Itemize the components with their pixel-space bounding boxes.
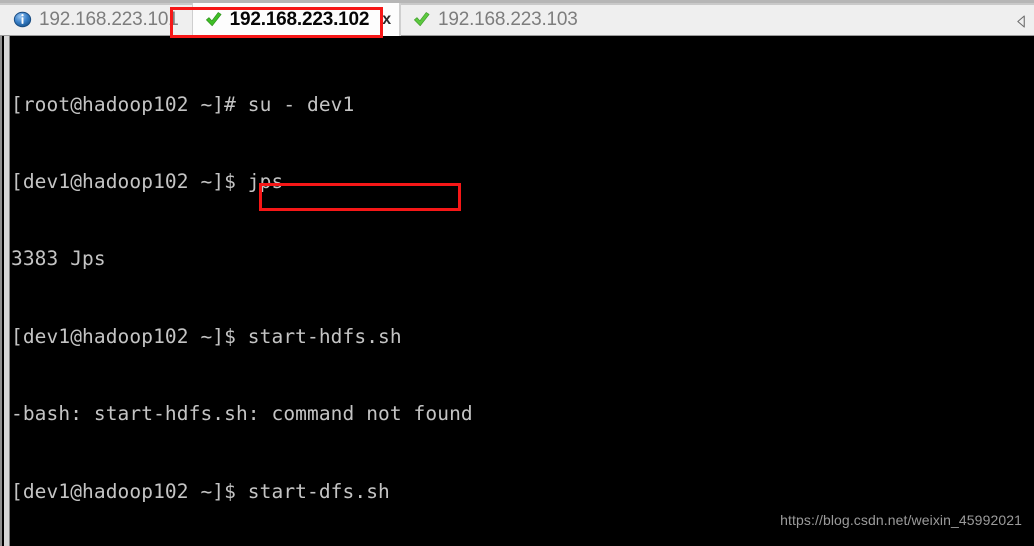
tab-192-168-223-102[interactable]: 192.168.223.102 x: [191, 3, 400, 36]
terminal-line: 3383 Jps: [11, 247, 106, 271]
tab-bar: 192.168.223.101 192.168.223.102 x 192.16…: [0, 0, 1034, 38]
terminal-pane: [root@hadoop102 ~]# su - dev1 [dev1@hado…: [0, 36, 1034, 546]
tab-label: 192.168.223.102: [229, 9, 370, 30]
tab-192-168-223-103[interactable]: 192.168.223.103: [399, 3, 591, 36]
terminal-window: 192.168.223.101 192.168.223.102 x 192.16…: [0, 0, 1034, 546]
terminal-line: [dev1@hadoop102 ~]$ jps: [11, 169, 284, 193]
watermark-text: https://blog.csdn.net/weixin_45992021: [780, 512, 1022, 528]
terminal-scrollbar[interactable]: [4, 36, 10, 546]
tab-192-168-223-101[interactable]: 192.168.223.101: [2, 3, 192, 36]
green-check-icon: [204, 10, 223, 29]
info-circle-icon: [13, 10, 32, 29]
terminal-line: [dev1@hadoop102 ~]$ start-dfs.sh: [11, 479, 390, 503]
chevron-left-icon: [1016, 14, 1025, 28]
close-icon[interactable]: x: [382, 11, 391, 28]
terminal-line: -bash: start-hdfs.sh: command not found: [11, 402, 473, 426]
tab-label: 192.168.223.101: [39, 9, 179, 30]
terminal-line: [root@hadoop102 ~]# su - dev1: [11, 92, 355, 116]
terminal-line: [dev1@hadoop102 ~]$ start-hdfs.sh: [11, 324, 402, 348]
tab-label: 192.168.223.103: [437, 9, 578, 30]
tab-scroll-left-button[interactable]: [1012, 11, 1030, 31]
green-check-icon: [412, 10, 431, 29]
terminal-output[interactable]: [root@hadoop102 ~]# su - dev1 [dev1@hado…: [11, 36, 1034, 546]
